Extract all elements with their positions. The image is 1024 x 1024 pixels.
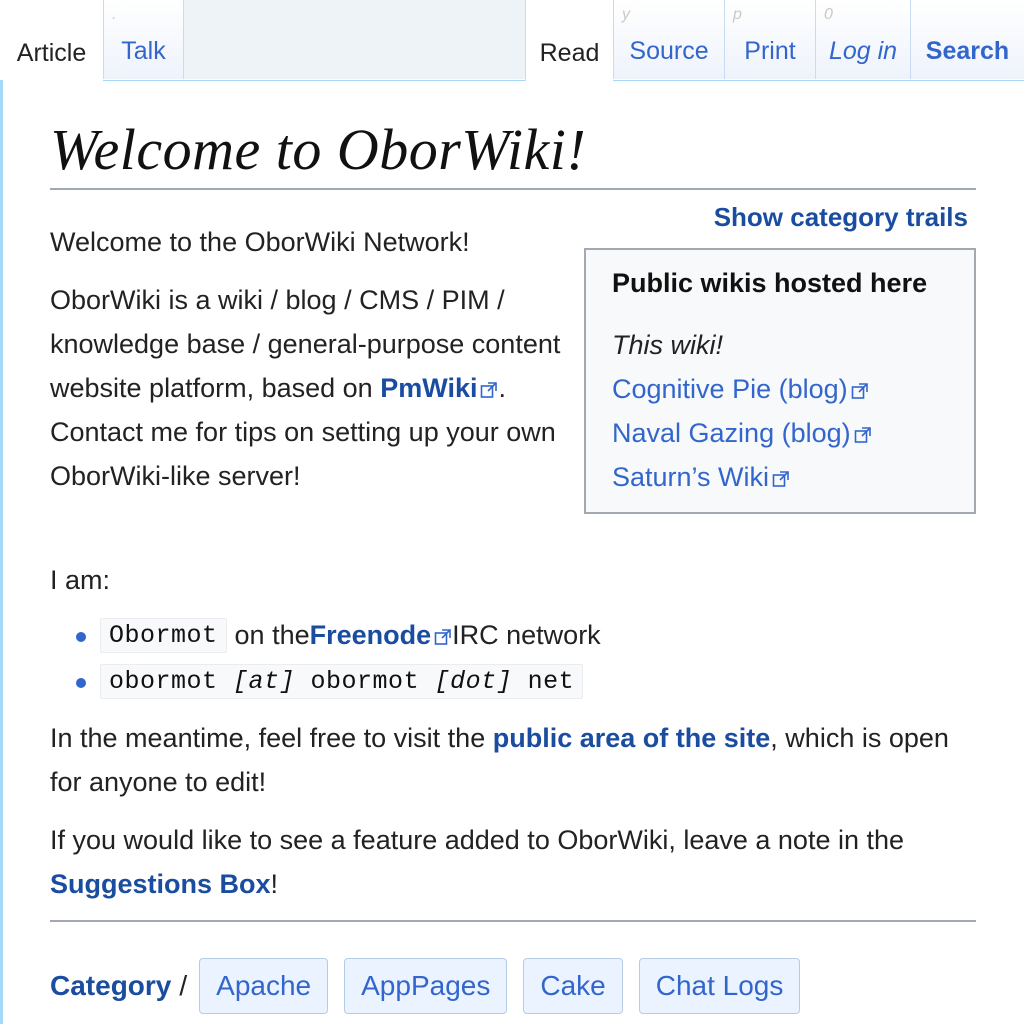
tab-talk-label: Talk (121, 37, 166, 65)
external-link-icon (480, 381, 498, 399)
infobox-link-label: Naval Gazing (blog) (612, 418, 851, 448)
email-part-at: [at] (233, 666, 296, 696)
meantime-paragraph: In the meantime, feel free to visit the … (50, 716, 976, 804)
bullet-dot (76, 632, 86, 642)
tab-print-accesskey-hint: p (733, 6, 742, 23)
category-link[interactable]: Category (50, 970, 171, 1002)
suggestions-box-link[interactable]: Suggestions Box (50, 869, 271, 899)
tab-source-accesskey-hint: y (622, 6, 630, 23)
infobox-link-cognitive-pie[interactable]: Cognitive Pie (blog) (612, 367, 974, 411)
irc-text-after: IRC network (452, 619, 601, 650)
email-part: obormot (295, 666, 435, 696)
suggest-text-before: If you would like to see a feature added… (50, 825, 905, 855)
tab-bar-spacer (183, 0, 525, 79)
infobox-link-label: Saturn’s Wiki (612, 462, 770, 492)
tab-login-label: Log in (828, 37, 898, 65)
meantime-text-before: In the meantime, feel free to visit the (50, 723, 493, 753)
top-tab-bar: Article . Talk Read y Source p Print 0 L… (0, 0, 1024, 81)
external-link-icon (851, 382, 869, 400)
tab-search[interactable]: Search (910, 0, 1024, 79)
external-link-icon (854, 426, 872, 444)
tab-source[interactable]: y Source (613, 0, 724, 79)
i-am-paragraph: I am: (50, 565, 111, 595)
category-separator: / (179, 970, 188, 1001)
tab-read[interactable]: Read (525, 0, 613, 81)
tab-talk[interactable]: . Talk (103, 0, 183, 79)
email-part-dot: [dot] (434, 666, 513, 696)
category-bar: Category / Apache AppPages Cake Chat Log… (50, 956, 816, 1016)
external-link-icon (772, 470, 790, 488)
description-paragraph: OborWiki is a wiki / blog / CMS / PIM / … (50, 278, 570, 498)
tab-login[interactable]: 0 Log in (815, 0, 910, 79)
infobox-link-label: Cognitive Pie (blog) (612, 374, 848, 404)
email-code: obormot [at] obormot [dot] net (100, 663, 584, 699)
intro-paragraph: Welcome to the OborWiki Network! (50, 227, 470, 257)
tab-print-label: Print (744, 37, 796, 65)
external-link-icon (434, 628, 452, 646)
page-title: Welcome to OborWiki! (50, 117, 587, 182)
tab-read-label: Read (539, 39, 600, 67)
pmwiki-link-label: PmWiki (380, 373, 478, 403)
category-chip-chat-logs[interactable]: Chat Logs (638, 958, 801, 1014)
suggestions-paragraph: If you would like to see a feature added… (50, 818, 976, 906)
infobox-this-wiki: This wiki! (612, 330, 724, 360)
category-chip-apppages[interactable]: AppPages (344, 958, 508, 1014)
freenode-link-label: Freenode (309, 619, 432, 650)
irc-nick-code: Obormot (100, 617, 227, 653)
pmwiki-link[interactable]: PmWiki (380, 373, 498, 403)
infobox-title: Public wikis hosted here (612, 268, 928, 298)
category-chip-cake[interactable]: Cake (523, 958, 623, 1014)
suggest-text-after: ! (270, 869, 279, 899)
list-item: Obormot on the Freenode IRC network (50, 612, 950, 658)
public-area-link[interactable]: public area of the site (493, 723, 771, 753)
bullet-dot (76, 678, 86, 688)
tab-login-accesskey-hint: 0 (824, 6, 833, 23)
irc-text-before: on the (234, 619, 310, 650)
email-part: net (512, 666, 575, 696)
left-accent-rule (0, 80, 3, 1024)
public-wikis-infobox: Public wikis hosted here This wiki! Cogn… (584, 248, 976, 514)
infobox-link-naval-gazing[interactable]: Naval Gazing (blog) (612, 411, 974, 455)
title-divider (50, 188, 976, 190)
tab-talk-accesskey-hint: . (112, 6, 117, 23)
tab-print[interactable]: p Print (724, 0, 815, 79)
category-chip-apache[interactable]: Apache (199, 958, 329, 1014)
tab-article[interactable]: Article (0, 0, 103, 81)
show-category-trails-link[interactable]: Show category trails (714, 202, 968, 233)
tab-search-label: Search (925, 37, 1010, 65)
tab-source-label: Source (629, 37, 709, 65)
bottom-divider (50, 920, 976, 922)
tab-article-label: Article (16, 39, 87, 67)
contact-list: Obormot on the Freenode IRC network obor… (50, 612, 950, 704)
email-part: obormot (109, 666, 234, 696)
freenode-link[interactable]: Freenode (310, 620, 453, 651)
infobox-link-saturns-wiki[interactable]: Saturn’s Wiki (612, 455, 974, 499)
list-item: obormot [at] obormot [dot] net (50, 658, 950, 704)
